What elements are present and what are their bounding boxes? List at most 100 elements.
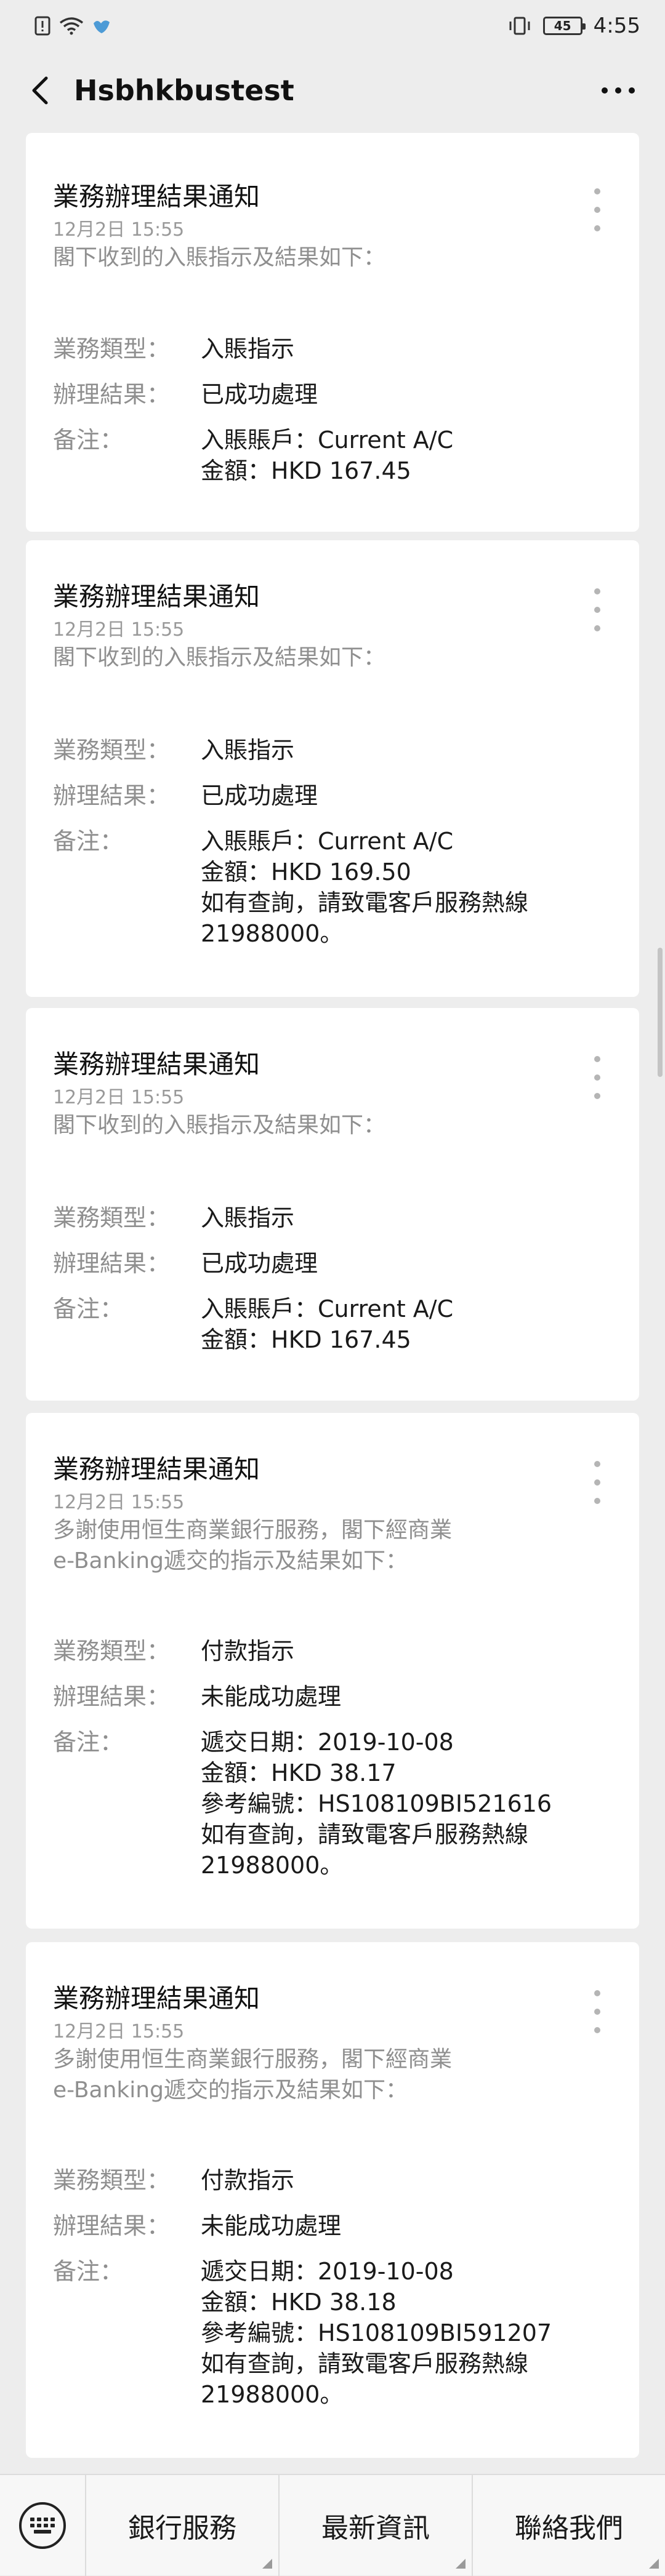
kv-line: 參考編號：HS108109BI591207 (201, 2319, 552, 2346)
kv-value: 入賬賬戶：Current A/C 金額：HKD 169.50 如有查詢，請致電客… (201, 826, 607, 949)
kv-line: 已成功處理 (201, 782, 318, 809)
kv-label: 業務類型： (53, 737, 171, 764)
card-title: 業務辦理結果通知 (53, 1983, 260, 2014)
bird-notification-icon (92, 17, 111, 34)
kv-line: 遞交日期：2019-10-08 (201, 1729, 454, 1756)
kv-row-remark: 备注： 入賬賬戶：Current A/C 金額：HKD 167.45 (53, 425, 607, 486)
kv-line: 入賬賬戶：Current A/C (201, 426, 454, 454)
kv-line: 入賬指示 (201, 1204, 295, 1231)
card-more-button[interactable] (585, 588, 610, 631)
menu-tab-latest-news[interactable]: 最新資訊 (280, 2474, 473, 2576)
kv-label: 辦理結果： (53, 2212, 171, 2239)
vibrate-icon (507, 16, 532, 36)
kv-line: 未能成功處理 (201, 2212, 342, 2239)
menu-tab-contact-us[interactable]: 聯絡我們 (473, 2474, 665, 2576)
kv-value: 遞交日期：2019-10-08 金額：HKD 38.18 參考編號：HS1081… (201, 2256, 607, 2410)
kv-line: 金額：HKD 169.50 (201, 858, 411, 886)
kv-label: 業務類型： (53, 2167, 171, 2194)
status-right: 45 4:55 (507, 14, 640, 38)
kv-line: 如有查詢，請致電客戶服務熱線 (201, 889, 529, 916)
kv-line: 付款指示 (201, 1638, 295, 1665)
kv-label: 業務類型： (53, 1204, 171, 1231)
kv-value: 入賬指示 (201, 1202, 607, 1233)
scrollbar[interactable] (658, 948, 663, 1077)
kv-value: 已成功處理 (201, 1248, 607, 1279)
kv-line: 入賬指示 (201, 737, 295, 764)
kv-value: 遞交日期：2019-10-08 金額：HKD 38.17 參考編號：HS1081… (201, 1727, 607, 1881)
submenu-indicator-icon (262, 2559, 272, 2569)
kv-line: 已成功處理 (201, 1250, 318, 1277)
kv-line: 付款指示 (201, 2167, 295, 2194)
intro-line: e-Banking遞交的指示及結果如下： (53, 2078, 408, 2103)
kv-line: 如有查詢，請致電客戶服務熱線 (201, 2350, 529, 2377)
card-time: 12月2日 15:55 (53, 219, 185, 241)
kv-line: 參考編號：HS108109BI521616 (201, 1790, 552, 1817)
kv-row-remark: 备注： 遞交日期：2019-10-08 金額：HKD 38.18 參考編號：HS… (53, 2256, 607, 2410)
message-feed[interactable]: 業務辦理結果通知 12月2日 15:55 閣下收到的入賬指示及結果如下： 業務類… (0, 129, 665, 2474)
card-intro: 閣下收到的入賬指示及結果如下： (53, 245, 386, 270)
chat-title: Hsbhkbustest (74, 74, 294, 107)
kv-value: 已成功處理 (201, 780, 607, 811)
kv-value: 付款指示 (201, 2165, 607, 2196)
kv-line: 金額：HKD 38.18 (201, 2289, 397, 2316)
kv-label: 备注： (53, 426, 124, 454)
kv-line: 金額：HKD 167.45 (201, 457, 411, 484)
kv-line: 21988000。 (201, 2381, 344, 2408)
kv-line: 金額：HKD 38.17 (201, 1759, 397, 1786)
kv-row-result: 辦理結果： 已成功處理 (53, 379, 607, 410)
menu-tab-label: 聯絡我們 (515, 2512, 623, 2544)
kv-row-result: 辦理結果： 未能成功處理 (53, 1681, 607, 1712)
card-more-button[interactable] (585, 188, 610, 231)
kv-value: 入賬指示 (201, 735, 607, 766)
kv-row-result: 辦理結果： 已成功處理 (53, 1248, 607, 1279)
back-arrow-icon (32, 76, 48, 105)
kv-line: 21988000。 (201, 1852, 344, 1879)
kv-value: 入賬賬戶：Current A/C 金額：HKD 167.45 (201, 425, 607, 486)
kv-row-type: 業務類型： 入賬指示 (53, 334, 607, 364)
sim-alert-icon (34, 16, 50, 36)
card-more-button[interactable] (585, 1461, 610, 1504)
wifi-icon (59, 17, 84, 35)
notification-card[interactable]: 業務辦理結果通知 12月2日 15:55 閣下收到的入賬指示及結果如下： 業務類… (26, 540, 639, 997)
card-intro: 閣下收到的入賬指示及結果如下： (53, 645, 386, 670)
kv-value: 未能成功處理 (201, 1681, 607, 1712)
intro-line: 多謝使用恒生商業銀行服務，閣下經商業 (53, 1518, 453, 1543)
back-button[interactable] (22, 73, 57, 108)
card-more-button[interactable] (585, 1056, 610, 1099)
notification-card[interactable]: 業務辦理結果通知 12月2日 15:55 閣下收到的入賬指示及結果如下： 業務類… (26, 133, 639, 532)
battery-level: 45 (542, 17, 586, 35)
menu-tab-label: 最新資訊 (321, 2512, 430, 2544)
nav-bar: Hsbhkbustest (0, 52, 665, 129)
kv-line: 入賬指示 (201, 335, 295, 362)
kv-label: 辦理結果： (53, 1683, 171, 1710)
menu-tab-banking-services[interactable]: 銀行服務 (86, 2474, 280, 2576)
kv-label: 業務類型： (53, 335, 171, 362)
bottom-menu-bar: 銀行服務 最新資訊 聯絡我們 (0, 2474, 665, 2576)
kv-row-type: 業務類型： 入賬指示 (53, 735, 607, 766)
kv-row-result: 辦理結果： 未能成功處理 (53, 2210, 607, 2241)
kv-value: 已成功處理 (201, 379, 607, 410)
keyboard-toggle-button[interactable] (0, 2474, 86, 2576)
kv-row-remark: 备注： 入賬賬戶：Current A/C 金額：HKD 167.45 (53, 1294, 607, 1355)
card-time: 12月2日 15:55 (53, 1492, 185, 1513)
card-time: 12月2日 15:55 (53, 1087, 185, 1108)
kv-label: 备注： (53, 1729, 124, 1756)
kv-line: 入賬賬戶：Current A/C (201, 828, 454, 855)
kv-row-result: 辦理結果： 已成功處理 (53, 780, 607, 811)
status-bar: 45 4:55 (0, 0, 665, 52)
kv-value: 付款指示 (201, 1636, 607, 1666)
kv-label: 辦理結果： (53, 782, 171, 809)
kv-row-type: 業務類型： 付款指示 (53, 1636, 607, 1666)
kv-label: 辦理結果： (53, 381, 171, 408)
more-options-button[interactable] (594, 72, 643, 109)
notification-card[interactable]: 業務辦理結果通知 12月2日 15:55 多謝使用恒生商業銀行服務，閣下經商業 … (26, 1942, 639, 2458)
notification-card[interactable]: 業務辦理結果通知 12月2日 15:55 多謝使用恒生商業銀行服務，閣下經商業 … (26, 1413, 639, 1929)
menu-tab-label: 銀行服務 (128, 2512, 236, 2544)
kv-row-type: 業務類型： 付款指示 (53, 2165, 607, 2196)
kv-row-remark: 备注： 入賬賬戶：Current A/C 金額：HKD 169.50 如有查詢，… (53, 826, 607, 949)
card-more-button[interactable] (585, 1990, 610, 2033)
card-time: 12月2日 15:55 (53, 2021, 185, 2042)
kv-line: 21988000。 (201, 920, 344, 947)
notification-card[interactable]: 業務辦理結果通知 12月2日 15:55 閣下收到的入賬指示及結果如下： 業務類… (26, 1008, 639, 1401)
card-title: 業務辦理結果通知 (53, 1454, 260, 1484)
